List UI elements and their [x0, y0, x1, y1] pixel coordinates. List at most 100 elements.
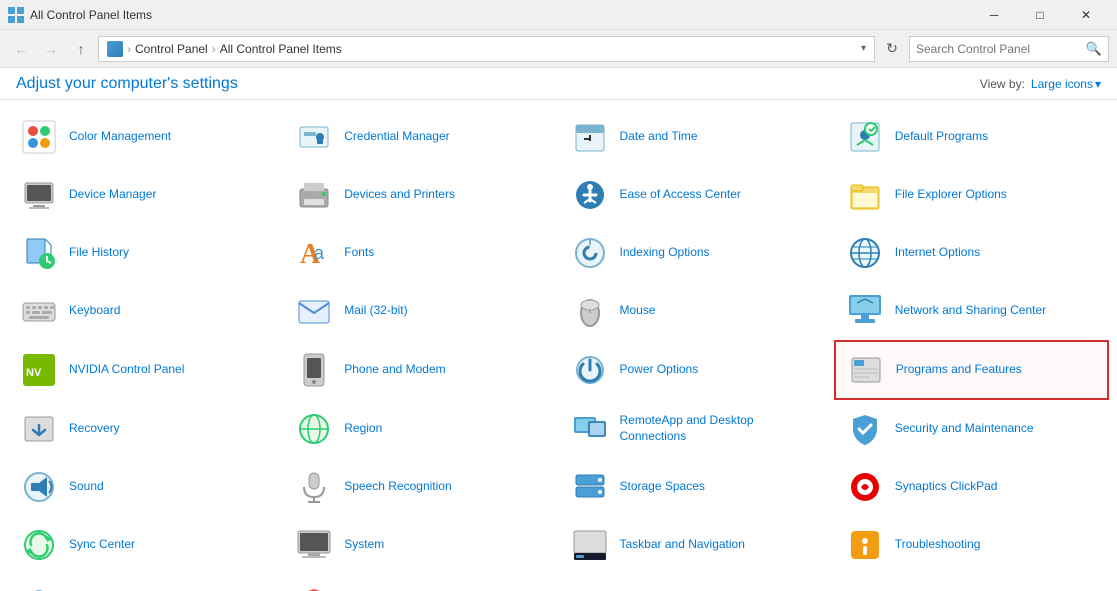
recovery-icon [19, 409, 59, 449]
item-phone-modem[interactable]: Phone and Modem [283, 340, 558, 400]
color-management-icon [19, 117, 59, 157]
viewby-option: Large icons [1031, 77, 1093, 91]
up-button[interactable]: ↑ [68, 36, 94, 62]
main-content: Adjust your computer's settings View by:… [0, 68, 1117, 591]
programs-features-icon [846, 350, 886, 390]
region-icon [294, 409, 334, 449]
synaptics-icon [845, 467, 885, 507]
keyboard-icon [19, 291, 59, 331]
item-troubleshooting[interactable]: Troubleshooting [834, 516, 1109, 574]
taskbar-navigation-label: Taskbar and Navigation [620, 537, 745, 553]
item-nvidia-control-panel[interactable]: NVNVIDIA Control Panel [8, 340, 283, 400]
breadcrumb-1: Control Panel [135, 42, 208, 56]
color-management-label: Color Management [69, 129, 171, 145]
item-windows-mobility[interactable]: Windows Mobility Center [559, 574, 834, 591]
address-icon [107, 41, 123, 57]
taskbar-navigation-icon [570, 525, 610, 565]
viewby-dropdown[interactable]: Large icons ▾ [1031, 77, 1101, 91]
search-icon: 🔍 [1086, 41, 1102, 57]
titlebar: All Control Panel Items ─ □ ✕ [0, 0, 1117, 30]
synaptics-label: Synaptics ClickPad [895, 479, 998, 495]
item-power-options[interactable]: Power Options [559, 340, 834, 400]
network-sharing-label: Network and Sharing Center [895, 303, 1046, 319]
item-user-accounts[interactable]: User Accounts [8, 574, 283, 591]
credential-manager-label: Credential Manager [344, 129, 449, 145]
items-container[interactable]: Color Management Credential Manager Date a… [0, 100, 1117, 591]
windows-mobility-icon [570, 583, 610, 591]
adjust-settings-text: Adjust your computer's settings [16, 75, 980, 93]
item-indexing-options[interactable]: Indexing Options [559, 224, 834, 282]
sound-label: Sound [69, 479, 104, 495]
network-sharing-icon [845, 291, 885, 331]
item-device-manager[interactable]: Device Manager [8, 166, 283, 224]
item-file-explorer-options[interactable]: File Explorer Options [834, 166, 1109, 224]
item-mail[interactable]: Mail (32-bit) [283, 282, 558, 340]
item-work-folders[interactable]: Work Folders [834, 574, 1109, 591]
troubleshooting-label: Troubleshooting [895, 537, 981, 553]
back-button[interactable]: ← [8, 36, 34, 62]
region-label: Region [344, 421, 382, 437]
mail-icon [294, 291, 334, 331]
window-title: All Control Panel Items [30, 8, 971, 22]
devices-and-printers-label: Devices and Printers [344, 187, 455, 203]
item-security-maintenance[interactable]: Security and Maintenance [834, 400, 1109, 458]
item-recovery[interactable]: Recovery [8, 400, 283, 458]
item-default-programs[interactable]: Default Programs [834, 108, 1109, 166]
minimize-button[interactable]: ─ [971, 0, 1017, 30]
item-taskbar-navigation[interactable]: Taskbar and Navigation [559, 516, 834, 574]
item-sync-center[interactable]: Sync Center [8, 516, 283, 574]
default-programs-icon [845, 117, 885, 157]
search-input[interactable] [916, 42, 1086, 56]
item-synaptics[interactable]: Synaptics ClickPad [834, 458, 1109, 516]
item-mouse[interactable]: Mouse [559, 282, 834, 340]
speech-recognition-label: Speech Recognition [344, 479, 451, 495]
item-internet-options[interactable]: Internet Options [834, 224, 1109, 282]
date-and-time-label: Date and Time [620, 129, 698, 145]
address-box[interactable]: › Control Panel › All Control Panel Item… [98, 36, 875, 62]
item-fonts[interactable]: AaFonts [283, 224, 558, 282]
addressbar: ← → ↑ › Control Panel › All Control Pane… [0, 30, 1117, 68]
power-options-icon [570, 350, 610, 390]
remoteapp-icon [570, 409, 610, 449]
item-windows-defender[interactable]: Windows Defender Firewall [283, 574, 558, 591]
devices-and-printers-icon [294, 175, 334, 215]
breadcrumb-2: All Control Panel Items [220, 42, 342, 56]
viewby-label: View by: [980, 77, 1025, 91]
search-box[interactable]: 🔍 [909, 36, 1109, 62]
device-manager-label: Device Manager [69, 187, 156, 203]
restore-button[interactable]: □ [1017, 0, 1063, 30]
item-network-sharing[interactable]: Network and Sharing Center [834, 282, 1109, 340]
item-region[interactable]: Region [283, 400, 558, 458]
viewbar: Adjust your computer's settings View by:… [0, 68, 1117, 100]
item-credential-manager[interactable]: Credential Manager [283, 108, 558, 166]
indexing-options-icon [570, 233, 610, 273]
ease-of-access-label: Ease of Access Center [620, 187, 741, 203]
item-date-and-time[interactable]: Date and Time [559, 108, 834, 166]
item-sound[interactable]: Sound [8, 458, 283, 516]
address-sep1: › [127, 42, 131, 56]
system-label: System [344, 537, 384, 553]
speech-recognition-icon [294, 467, 334, 507]
item-speech-recognition[interactable]: Speech Recognition [283, 458, 558, 516]
forward-button[interactable]: → [38, 36, 64, 62]
fonts-label: Fonts [344, 245, 374, 261]
mouse-label: Mouse [620, 303, 656, 319]
power-options-label: Power Options [620, 362, 699, 378]
file-explorer-options-icon [845, 175, 885, 215]
svg-text:a: a [314, 243, 325, 263]
address-sep2: › [212, 42, 216, 56]
item-remoteapp[interactable]: RemoteApp and Desktop Connections [559, 400, 834, 458]
window-controls: ─ □ ✕ [971, 0, 1109, 30]
item-programs-features[interactable]: Programs and Features [834, 340, 1109, 400]
item-file-history[interactable]: File History [8, 224, 283, 282]
item-system[interactable]: System [283, 516, 558, 574]
app-icon [8, 7, 24, 23]
item-ease-of-access[interactable]: Ease of Access Center [559, 166, 834, 224]
item-keyboard[interactable]: Keyboard [8, 282, 283, 340]
item-storage-spaces[interactable]: Storage Spaces [559, 458, 834, 516]
item-color-management[interactable]: Color Management [8, 108, 283, 166]
troubleshooting-icon [845, 525, 885, 565]
item-devices-and-printers[interactable]: Devices and Printers [283, 166, 558, 224]
refresh-button[interactable]: ↻ [879, 36, 905, 62]
close-button[interactable]: ✕ [1063, 0, 1109, 30]
